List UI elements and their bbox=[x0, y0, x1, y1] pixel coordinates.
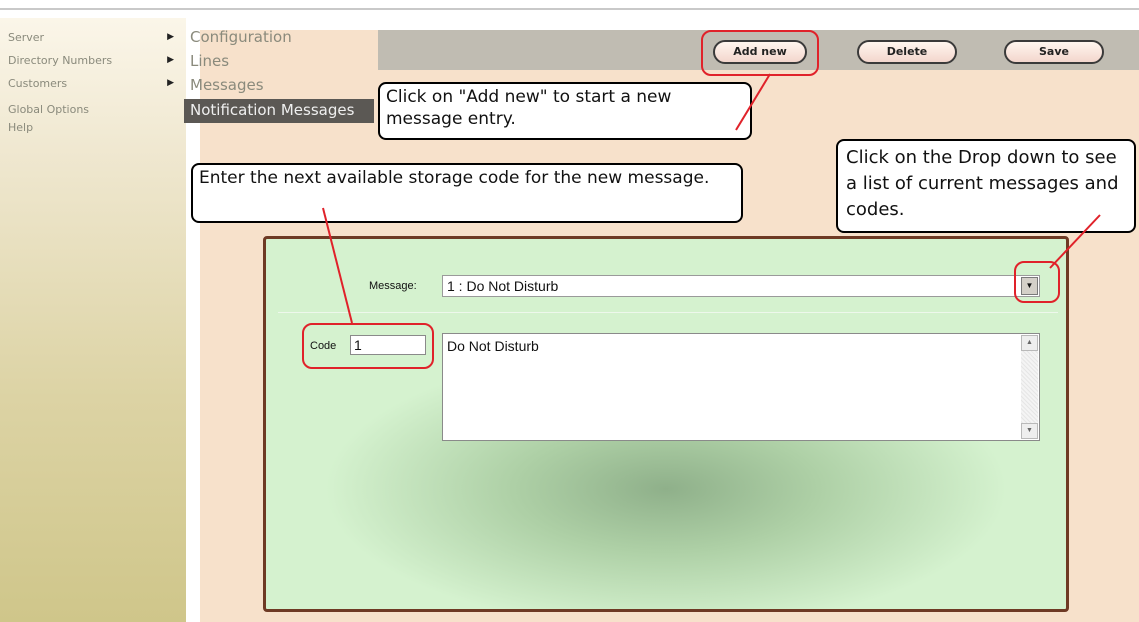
sidebar-item-label: Directory Numbers bbox=[8, 54, 113, 67]
top-divider bbox=[0, 8, 1139, 10]
chevron-right-icon: ▶ bbox=[167, 55, 174, 65]
callout-dropdown: Click on the Drop down to see a list of … bbox=[836, 139, 1136, 233]
submenu-item-lines[interactable]: Lines bbox=[190, 52, 229, 72]
scroll-up-icon[interactable]: ▲ bbox=[1021, 335, 1038, 351]
submenu-item-configuration[interactable]: Configuration bbox=[190, 28, 292, 48]
submenu-item-notification-messages[interactable]: Notification Messages bbox=[184, 99, 374, 123]
message-select-value: 1 : Do Not Disturb bbox=[447, 278, 559, 294]
message-text-value: Do Not Disturb bbox=[447, 338, 539, 354]
chevron-right-icon: ▶ bbox=[167, 78, 174, 88]
submenu-item-messages[interactable]: Messages bbox=[190, 76, 264, 96]
chevron-right-icon: ▶ bbox=[167, 32, 174, 42]
sidebar-item-label: Customers bbox=[8, 77, 68, 90]
scroll-down-icon[interactable]: ▼ bbox=[1021, 423, 1038, 439]
callout-add-new: Click on "Add new" to start a new messag… bbox=[378, 82, 752, 140]
code-highlight bbox=[302, 323, 434, 369]
sidebar-item-label: Help bbox=[8, 121, 34, 134]
sidebar-item-server[interactable]: Server ▶ bbox=[8, 31, 184, 49]
sidebar-item-help[interactable]: Help bbox=[8, 121, 184, 139]
sidebar-item-label: Server bbox=[8, 31, 45, 44]
message-label: Message: bbox=[369, 280, 417, 292]
sidebar-item-customers[interactable]: Customers ▶ bbox=[8, 77, 184, 95]
message-select[interactable]: 1 : Do Not Disturb ▼ bbox=[442, 275, 1040, 297]
form-divider bbox=[278, 312, 1058, 313]
callout-storage-code: Enter the next available storage code fo… bbox=[191, 163, 743, 223]
sidebar: Server ▶ Directory Numbers ▶ Customers ▶… bbox=[0, 18, 186, 622]
add-new-highlight bbox=[701, 30, 819, 76]
save-button[interactable]: Save bbox=[1004, 40, 1104, 64]
message-form-panel: Message: 1 : Do Not Disturb ▼ Code 1 Do … bbox=[263, 236, 1069, 612]
sidebar-item-label: Global Options bbox=[8, 103, 90, 116]
message-text-area[interactable]: Do Not Disturb ▲ ▼ bbox=[442, 333, 1040, 441]
vertical-scrollbar[interactable]: ▲ ▼ bbox=[1021, 335, 1038, 439]
sidebar-item-global-options[interactable]: Global Options bbox=[8, 103, 184, 121]
delete-button[interactable]: Delete bbox=[857, 40, 957, 64]
sidebar-item-directory-numbers[interactable]: Directory Numbers ▶ bbox=[8, 54, 184, 72]
dropdown-highlight bbox=[1014, 261, 1060, 303]
